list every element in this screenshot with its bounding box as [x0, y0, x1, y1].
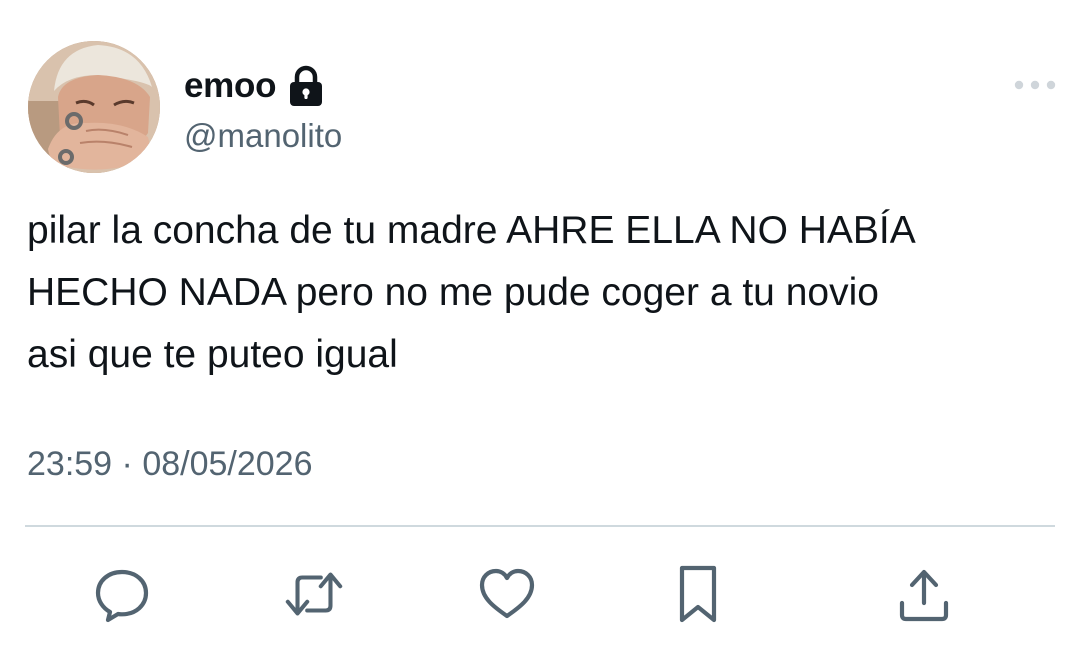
- retweet-button[interactable]: [282, 562, 346, 626]
- tweet-time: 23:59: [27, 445, 113, 483]
- bookmark-button[interactable]: [666, 562, 730, 626]
- name-row: emoo: [184, 62, 324, 110]
- like-button[interactable]: [475, 562, 539, 626]
- tweet-timestamp[interactable]: 23:59 · 08/05/2026: [27, 440, 313, 488]
- heart-icon: [479, 568, 535, 619]
- display-name[interactable]: emoo: [184, 62, 276, 110]
- divider: [25, 525, 1055, 527]
- tweet-date: 08/05/2026: [142, 445, 313, 483]
- retweet-arrows-icon: [285, 572, 343, 616]
- avatar-image: [28, 41, 160, 173]
- meta-separator: ·: [121, 445, 133, 483]
- tweet-card: emoo @manolito pilar la concha de tu mad…: [0, 0, 1080, 650]
- tweet-text: pilar la concha de tu madre AHRE ELLA NO…: [27, 209, 916, 376]
- avatar[interactable]: [28, 41, 160, 173]
- share-button[interactable]: [892, 562, 956, 626]
- share-upload-icon: [899, 569, 949, 622]
- bookmark-icon: [679, 565, 717, 623]
- user-handle[interactable]: @manolito: [184, 113, 342, 159]
- reply-button[interactable]: [90, 562, 154, 626]
- speech-bubble-icon: [95, 569, 149, 623]
- lock-icon: [290, 65, 323, 106]
- more-options-icon[interactable]: [1012, 78, 1058, 92]
